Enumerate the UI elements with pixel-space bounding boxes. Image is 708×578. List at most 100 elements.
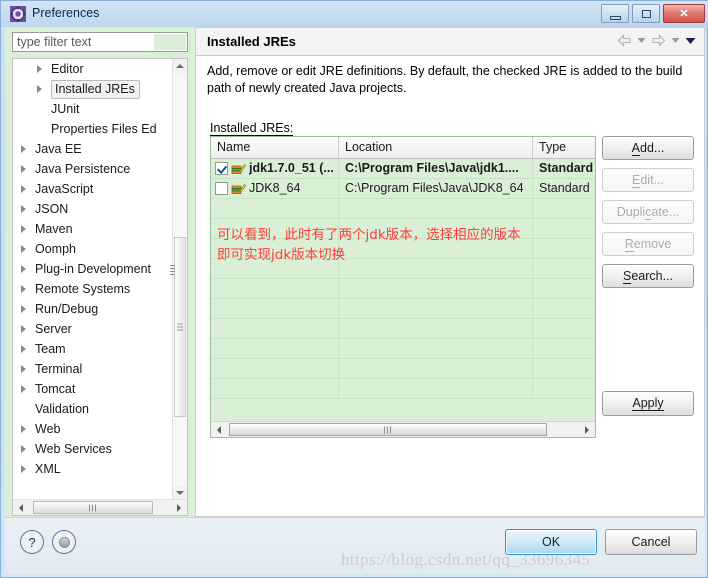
sidebar-item-properties-files-ed[interactable]: Properties Files Ed bbox=[13, 119, 174, 139]
view-menu-icon[interactable] bbox=[685, 37, 696, 45]
chevron-right-icon[interactable] bbox=[21, 185, 26, 193]
table-row-empty[interactable] bbox=[211, 199, 595, 219]
tree-item-label: Web bbox=[13, 419, 174, 439]
jre-name-text: JDK8_64 bbox=[249, 181, 301, 195]
table-row-empty[interactable] bbox=[211, 279, 595, 299]
chevron-right-icon[interactable] bbox=[21, 165, 26, 173]
apply-button[interactable]: Apply bbox=[602, 391, 694, 416]
table-row-empty[interactable] bbox=[211, 259, 595, 279]
add-button[interactable]: Add... bbox=[602, 136, 694, 160]
sidebar-item-maven[interactable]: Maven bbox=[13, 219, 174, 239]
scroll-right-icon[interactable] bbox=[172, 501, 186, 514]
cell-empty bbox=[339, 319, 533, 338]
checkbox-checked[interactable] bbox=[215, 162, 228, 175]
installed-jres-table[interactable]: Name Location Type jdk1.7.0_51 (... C:\Prog… bbox=[210, 136, 596, 438]
sidebar-item-server[interactable]: Server bbox=[13, 319, 174, 339]
column-header-location[interactable]: Location bbox=[339, 137, 533, 158]
chevron-right-icon[interactable] bbox=[21, 305, 26, 313]
table-body: jdk1.7.0_51 (... C:\Program Files\Java\jd… bbox=[211, 159, 595, 399]
table-row-empty[interactable] bbox=[211, 339, 595, 359]
sidebar-item-plug-in-development[interactable]: Plug-in Development bbox=[13, 259, 174, 279]
search-input[interactable] bbox=[13, 33, 153, 51]
chevron-right-icon[interactable] bbox=[21, 445, 26, 453]
sidebar-item-remote-systems[interactable]: Remote Systems bbox=[13, 279, 174, 299]
sidebar-item-tomcat[interactable]: Tomcat bbox=[13, 379, 174, 399]
restore-button[interactable] bbox=[632, 4, 660, 23]
cancel-button[interactable]: Cancel bbox=[605, 529, 697, 555]
chevron-right-icon[interactable] bbox=[21, 465, 26, 473]
table-scroll-right-icon[interactable] bbox=[580, 423, 594, 436]
panel-splitter[interactable] bbox=[170, 217, 176, 327]
search-button[interactable]: Search... bbox=[602, 264, 694, 288]
back-arrow-icon[interactable] bbox=[617, 34, 632, 47]
checkbox-unchecked[interactable] bbox=[215, 182, 228, 195]
back-dropdown-icon[interactable] bbox=[637, 37, 646, 44]
table-scroll-left-icon[interactable] bbox=[212, 423, 226, 436]
tree-item-label: Remote Systems bbox=[13, 279, 174, 299]
close-button[interactable]: ✕ bbox=[663, 4, 705, 23]
preferences-tree[interactable]: Editor Installed JREs JUnit Properties File… bbox=[12, 58, 188, 516]
sidebar-item-web-services[interactable]: Web Services bbox=[13, 439, 174, 459]
table-row-empty[interactable] bbox=[211, 299, 595, 319]
chevron-right-icon[interactable] bbox=[37, 65, 42, 73]
sidebar-item-installed-jres[interactable]: Installed JREs bbox=[13, 79, 174, 99]
tree-item-label: Properties Files Ed bbox=[13, 119, 174, 139]
table-row-empty[interactable] bbox=[211, 319, 595, 339]
chevron-right-icon[interactable] bbox=[21, 425, 26, 433]
tree-item-label: Terminal bbox=[13, 359, 174, 379]
sidebar-item-web[interactable]: Web bbox=[13, 419, 174, 439]
circle-dot-icon[interactable] bbox=[52, 530, 76, 554]
sidebar-item-javascript[interactable]: JavaScript bbox=[13, 179, 174, 199]
tree-horizontal-scrollbar[interactable] bbox=[13, 499, 187, 515]
table-row[interactable]: JDK8_64 C:\Program Files\Java\JDK8_64 Stan… bbox=[211, 179, 595, 199]
table-row-empty[interactable] bbox=[211, 379, 595, 399]
cell-empty bbox=[533, 379, 595, 398]
minimize-button[interactable] bbox=[601, 4, 629, 23]
forward-dropdown-icon[interactable] bbox=[671, 37, 680, 44]
column-header-name[interactable]: Name bbox=[211, 137, 339, 158]
ok-button[interactable]: OK bbox=[505, 529, 597, 555]
sidebar-item-run-debug[interactable]: Run/Debug bbox=[13, 299, 174, 319]
chevron-right-icon[interactable] bbox=[21, 385, 26, 393]
chevron-right-icon[interactable] bbox=[21, 325, 26, 333]
scroll-down-icon[interactable] bbox=[173, 486, 187, 500]
chevron-right-icon[interactable] bbox=[21, 225, 26, 233]
chevron-right-icon[interactable] bbox=[21, 285, 26, 293]
sidebar-item-validation[interactable]: Validation bbox=[13, 399, 174, 419]
sidebar-item-editor[interactable]: Editor bbox=[13, 59, 174, 79]
tree-hscroll-thumb[interactable] bbox=[33, 501, 153, 514]
chevron-right-icon[interactable] bbox=[37, 85, 42, 93]
page-title: Installed JREs bbox=[207, 34, 296, 49]
chevron-right-icon[interactable] bbox=[21, 345, 26, 353]
cell-empty bbox=[339, 359, 533, 378]
sidebar-item-oomph[interactable]: Oomph bbox=[13, 239, 174, 259]
sidebar-item-terminal[interactable]: Terminal bbox=[13, 359, 174, 379]
tree-item-label: Run/Debug bbox=[13, 299, 174, 319]
table-hscroll-thumb[interactable] bbox=[229, 423, 547, 436]
chevron-right-icon[interactable] bbox=[21, 365, 26, 373]
sidebar-item-java-ee[interactable]: Java EE bbox=[13, 139, 174, 159]
forward-arrow-icon[interactable] bbox=[651, 34, 666, 47]
table-row-empty[interactable] bbox=[211, 219, 595, 239]
sidebar-item-json[interactable]: JSON bbox=[13, 199, 174, 219]
question-mark-icon[interactable]: ? bbox=[20, 530, 44, 554]
window-title: Preferences bbox=[32, 6, 100, 20]
sidebar-item-team[interactable]: Team bbox=[13, 339, 174, 359]
table-horizontal-scrollbar[interactable] bbox=[211, 421, 595, 437]
tree-item-text: JSON bbox=[35, 202, 69, 216]
scroll-up-icon[interactable] bbox=[173, 59, 187, 73]
table-row[interactable]: jdk1.7.0_51 (... C:\Program Files\Java\jd… bbox=[211, 159, 595, 179]
chevron-right-icon[interactable] bbox=[21, 145, 26, 153]
tree-item-label: Web Services bbox=[13, 439, 174, 459]
sidebar-item-junit[interactable]: JUnit bbox=[13, 99, 174, 119]
table-row-empty[interactable] bbox=[211, 239, 595, 259]
table-row-empty[interactable] bbox=[211, 359, 595, 379]
chevron-right-icon[interactable] bbox=[21, 205, 26, 213]
sidebar-item-xml[interactable]: XML bbox=[13, 459, 174, 479]
column-header-type[interactable]: Type bbox=[533, 137, 595, 158]
sidebar-item-java-persistence[interactable]: Java Persistence bbox=[13, 159, 174, 179]
scroll-left-icon[interactable] bbox=[14, 501, 28, 514]
chevron-right-icon[interactable] bbox=[21, 245, 26, 253]
chevron-right-icon[interactable] bbox=[21, 265, 26, 273]
cell-empty bbox=[339, 279, 533, 298]
